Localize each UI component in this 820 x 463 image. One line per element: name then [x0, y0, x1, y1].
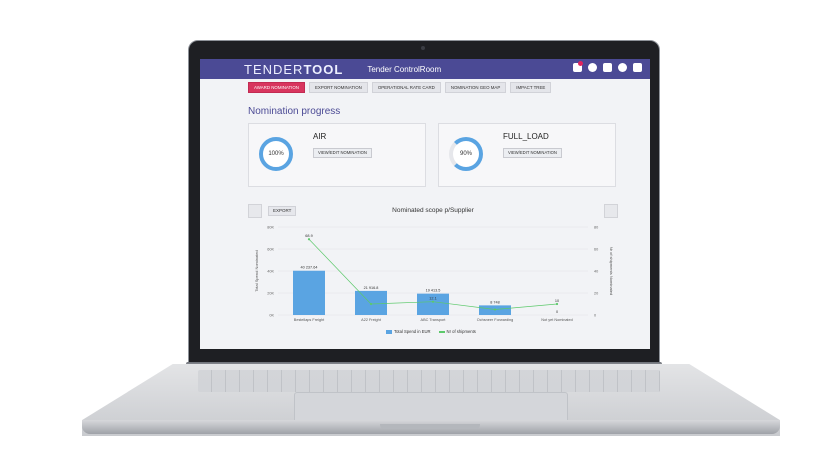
- x-tick-label: A22 Freight: [361, 318, 382, 322]
- camera-icon: [421, 46, 425, 50]
- bar-data-label: 0: [556, 310, 558, 314]
- bar: [293, 270, 325, 315]
- legend-item-spend[interactable]: Total Spend in EUR: [386, 329, 431, 334]
- progress-card-full-load: 90% FULL_LOAD VIEW/EDIT NOMINATION: [438, 123, 616, 187]
- view-edit-nomination-button[interactable]: VIEW/EDIT NOMINATION: [503, 148, 562, 158]
- line-data-label: 12.1: [429, 297, 436, 301]
- header-actions: [573, 61, 642, 72]
- card-title: AIR: [313, 132, 327, 141]
- shipments-point: [369, 302, 373, 306]
- laptop-lid: TENDERTOOL Tender ControlRoom AWARD NOMI…: [188, 40, 660, 365]
- card-title: FULL_LOAD: [503, 132, 549, 141]
- bar-data-label: 19 413.5: [426, 289, 441, 293]
- chart-next-arrow-icon[interactable]: [604, 204, 618, 218]
- x-tick-label: Ochsneer Forwarding: [477, 318, 514, 322]
- x-tick-label: Bestellaps Freight: [294, 318, 325, 322]
- y2-tick-label: 60: [594, 248, 598, 252]
- tab-label: EXPORT NOMINATION: [314, 85, 362, 90]
- laptop-notch: [380, 424, 480, 429]
- y2-tick-label: 40: [594, 270, 598, 274]
- notifications-icon[interactable]: [573, 61, 583, 72]
- export-button[interactable]: EXPORT: [268, 206, 297, 216]
- y2-tick-label: 20: [594, 292, 598, 296]
- y2-tick-label: 80: [594, 226, 598, 230]
- shipments-point: [493, 308, 497, 311]
- notification-badge: [578, 61, 583, 66]
- y-tick-label: 60K: [267, 248, 274, 252]
- line-data-label: 68.9: [305, 234, 312, 238]
- y-axis-label: Total Spend Nominated: [254, 250, 259, 292]
- laptop-mockup: TENDERTOOL Tender ControlRoom AWARD NOMI…: [0, 0, 820, 463]
- tab-operational-rate-card[interactable]: OPERATIONAL RATE CARD: [371, 82, 441, 93]
- tab-impact-tree[interactable]: IMPACT TREE: [510, 82, 552, 93]
- tab-bar: AWARD NOMINATION EXPORT NOMINATION OPERA…: [248, 82, 552, 93]
- y-tick-label: 0K: [269, 314, 274, 318]
- legend-item-shipments[interactable]: Nr of shipments: [438, 329, 476, 334]
- chart-title: Nominated scope p/Supplier: [392, 207, 474, 214]
- shipments-point: [431, 300, 435, 303]
- legend-label: Total Spend in EUR: [394, 329, 431, 334]
- app-header: TENDERTOOL Tender ControlRoom: [200, 59, 650, 79]
- tab-nomination-geo-map[interactable]: NOMINATION GEO MAP: [444, 82, 507, 93]
- y-tick-label: 20K: [267, 292, 274, 296]
- progress-gauge: 100%: [259, 137, 293, 171]
- x-tick-label: Not yet Nominated: [541, 318, 572, 322]
- line-data-label: 10: [555, 299, 559, 303]
- progress-card-air: 100% AIR VIEW/EDIT NOMINATION: [248, 123, 426, 187]
- y2-axis-label: Nr of shipments Nominated: [609, 247, 614, 295]
- chart-prev-arrow-icon[interactable]: [248, 204, 262, 218]
- bar-data-label: 8 748: [490, 300, 500, 304]
- x-tick-label: ABC Transport: [421, 318, 447, 322]
- bar-data-label: 40 237.64: [301, 266, 318, 270]
- chart-canvas: 80K 80 60K 60 40K 40 20K 20 0K 0 Total Spend Nomin…: [254, 226, 614, 323]
- tab-award-nomination[interactable]: AWARD NOMINATION: [248, 82, 305, 93]
- chart-legend: Total Spend in EUR Nr of shipments: [386, 329, 476, 334]
- y-tick-label: 80K: [267, 226, 274, 230]
- gauge-value: 90%: [459, 151, 472, 157]
- user-icon[interactable]: [588, 63, 597, 72]
- app-screen: TENDERTOOL Tender ControlRoom AWARD NOMI…: [200, 59, 650, 349]
- tab-label: AWARD NOMINATION: [254, 85, 299, 90]
- help-icon[interactable]: [618, 63, 627, 72]
- bar-data-label: 21 916.8: [364, 286, 379, 290]
- app-logo[interactable]: TENDERTOOL: [244, 62, 343, 77]
- page-title: Nomination progress: [248, 106, 341, 117]
- y-tick-label: 40K: [267, 270, 274, 274]
- y2-tick-label: 0: [594, 314, 596, 318]
- app-title: Tender ControlRoom: [367, 64, 442, 74]
- legend-label: Nr of shipments: [446, 329, 476, 334]
- view-edit-nomination-button[interactable]: VIEW/EDIT NOMINATION: [313, 148, 372, 158]
- keyboard: [198, 370, 660, 392]
- gauge-value: 100%: [268, 151, 284, 157]
- tab-label: NOMINATION GEO MAP: [450, 85, 501, 90]
- card-icon[interactable]: [603, 63, 612, 72]
- tab-label: IMPACT TREE: [516, 85, 546, 90]
- tab-label: OPERATIONAL RATE CARD: [377, 85, 435, 90]
- shipments-point: [307, 238, 311, 241]
- tab-export-nomination[interactable]: EXPORT NOMINATION: [308, 82, 368, 93]
- shipments-point: [555, 302, 559, 306]
- nominated-scope-chart: EXPORT Nominated scope p/Supplier 80K 80 6…: [248, 199, 618, 345]
- logout-icon[interactable]: [633, 63, 642, 72]
- progress-gauge: 90%: [449, 137, 483, 171]
